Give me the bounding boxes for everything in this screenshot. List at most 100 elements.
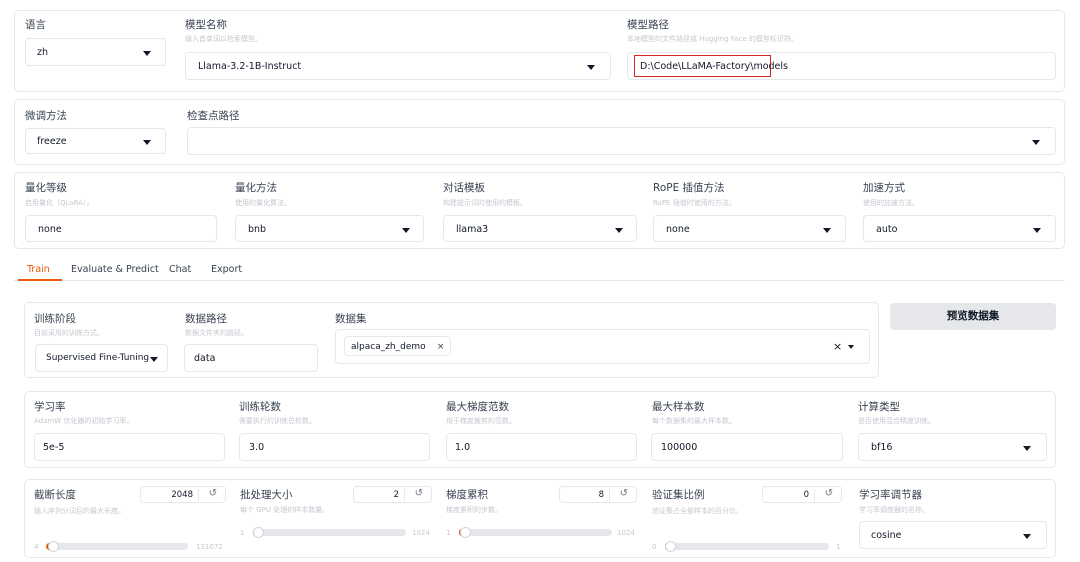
cutoff-len-number[interactable]: 2048 ↺ [140,486,226,503]
dataset-chip: alpaca_zh_demo × [344,336,452,356]
tab-evaluate-predict[interactable]: Evaluate & Predict [71,264,159,275]
booster-label: 加速方式 [863,182,905,194]
compute-type-value: bf16 [871,442,893,453]
grad-accum-max: 1024 [617,529,635,537]
cutoff-len-slider[interactable] [46,541,188,552]
template-label: 对话模板 [443,182,485,194]
model-path-label: 模型路径 [627,19,669,31]
grad-accum-label: 梯度累积 [446,489,488,501]
stage-hint: 目前采用的训练方式。 [34,329,104,337]
template-select[interactable]: llama3 [443,215,637,242]
slider-handle[interactable] [459,527,471,538]
divider [609,489,610,501]
model-name-value: Llama-3.2-1B-Instruct [198,61,302,72]
reset-icon[interactable]: ↺ [209,488,217,499]
learning-rate-label: 学习率 [34,401,66,413]
rope-hint: RoPE 插值时使用的方法。 [653,199,736,207]
val-size-number[interactable]: 0 ↺ [762,486,842,503]
compute-type-select[interactable]: bf16 [858,433,1047,461]
tab-export[interactable]: Export [211,264,242,275]
lr-scheduler-hint: 学习率调度器的名称。 [859,506,929,514]
batch-params-panel: 截断长度 2048 ↺ 输入序列分词后的最大长度。 4 131072 批处理大小… [24,479,1056,558]
val-size-value: 0 [803,490,809,500]
checkpoint-label: 检查点路径 [187,110,240,122]
dataset-dir-label: 数据路径 [185,313,227,325]
reset-icon[interactable]: ↺ [620,488,628,499]
val-size-slider[interactable] [665,541,829,552]
model-name-hint: 输入首单词以检索模型。 [185,35,262,43]
finetune-panel: 微调方法 freeze 检查点路径 [14,99,1065,165]
model-name-select[interactable]: Llama-3.2-1B-Instruct [185,52,611,80]
quant-bit-input[interactable]: none [25,215,217,242]
batch-size-slider[interactable] [253,527,406,538]
finetune-select[interactable]: freeze [25,128,166,154]
rope-select[interactable]: none [653,215,846,242]
chevron-down-icon [1023,534,1031,539]
max-grad-norm-label: 最大梯度范数 [446,401,509,413]
max-grad-norm-input[interactable]: 1.0 [446,433,637,461]
checkpoint-select[interactable] [187,127,1056,155]
learning-rate-input[interactable]: 5e-5 [34,433,225,461]
chevron-down-icon [143,51,151,56]
quant-method-select[interactable]: bnb [235,215,424,242]
finetune-value: freeze [37,136,67,147]
language-value: zh [37,47,49,58]
booster-select[interactable]: auto [863,215,1056,242]
chevron-down-icon [150,357,158,362]
max-samples-hint: 每个数据集的最大样本数。 [652,417,736,425]
cutoff-len-min: 4 [34,543,39,551]
cutoff-len-max: 131072 [196,543,223,551]
compute-type-hint: 是否使用混合精度训练。 [858,417,935,425]
language-select[interactable]: zh [25,38,166,66]
reset-icon[interactable]: ↺ [415,488,423,499]
grad-accum-slider[interactable] [459,527,612,538]
preview-dataset-label: 预览数据集 [946,310,1000,322]
model-config-panel: 语言 zh 模型名称 输入首单词以检索模型。 Llama-3.2-1B-Inst… [14,10,1065,92]
lr-scheduler-select[interactable]: cosine [859,521,1047,549]
dataset-panel: 训练阶段 目前采用的训练方式。 Supervised Fine-Tuning 数… [24,302,879,378]
reset-icon[interactable]: ↺ [825,488,833,499]
grad-accum-hint: 梯度累积的步数。 [446,506,502,514]
quant-method-value: bnb [248,224,267,235]
rope-value: none [666,224,690,235]
chevron-down-icon [1032,140,1040,145]
clear-icon[interactable]: × [833,340,842,353]
stage-label: 训练阶段 [34,313,76,325]
close-icon[interactable]: × [437,342,445,352]
chevron-down-icon [615,228,623,233]
quant-bit-label: 量化等级 [25,182,67,194]
language-label: 语言 [25,19,46,31]
advanced-model-panel: 量化等级 启用量化（QLoRA）。 none 量化方法 使用的量化算法。 bnb… [14,172,1065,249]
learning-rate-value: 5e-5 [43,442,65,453]
lr-scheduler-value: cosine [871,530,902,541]
model-path-hint: 本地模型的文件路径或 Hugging Face 的模型标识符。 [627,35,798,43]
max-samples-input[interactable]: 100000 [651,433,843,461]
epochs-input[interactable]: 3.0 [239,433,430,461]
slider-handle[interactable] [47,541,59,552]
batch-size-label: 批处理大小 [240,489,293,501]
val-size-max: 1 [836,543,841,551]
model-path-input[interactable]: D:\Code\LLaMA-Factory\models [627,52,1056,80]
template-value: llama3 [456,224,489,235]
slider-handle[interactable] [665,541,676,552]
tab-chat[interactable]: Chat [169,264,191,275]
batch-size-number[interactable]: 2 ↺ [353,486,432,503]
booster-hint: 使用的加速方法。 [863,199,919,207]
slider-handle[interactable] [253,527,265,538]
preview-dataset-button[interactable]: 预览数据集 [890,303,1056,330]
chevron-down-icon[interactable] [848,345,854,349]
chevron-down-icon [402,228,410,233]
tab-train[interactable]: Train [27,264,50,275]
val-size-min: 0 [652,543,657,551]
grad-accum-number[interactable]: 8 ↺ [559,486,637,503]
val-size-label: 验证集比例 [652,489,705,501]
grad-accum-min: 1 [446,529,451,537]
booster-value: auto [876,224,898,235]
stage-select[interactable]: Supervised Fine-Tuning [35,344,168,372]
quant-bit-value: none [38,224,62,235]
model-path-value: D:\Code\LLaMA-Factory\models [640,61,788,72]
grad-accum-value: 8 [598,490,604,500]
dataset-multiselect[interactable]: alpaca_zh_demo × × [335,329,870,364]
dataset-dir-input[interactable]: data [184,344,318,372]
dataset-dir-hint: 数据文件夹的路径。 [185,329,248,337]
